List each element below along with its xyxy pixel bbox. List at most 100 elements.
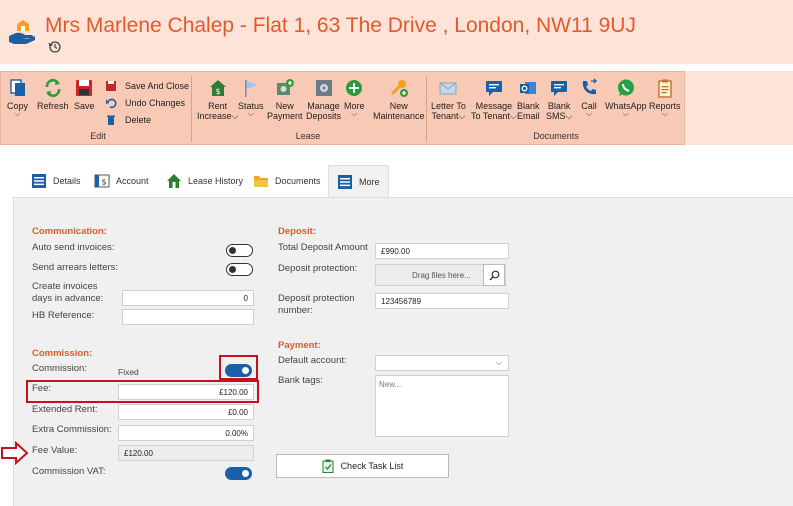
blank-label: Blank (547, 101, 571, 111)
group-label-lease: Lease (295, 131, 321, 141)
chevron-down-icon: ⌵ (661, 109, 668, 118)
new-maintenance-button[interactable]: New Maintenance (373, 78, 425, 121)
rent-increase-button[interactable]: $ Rent Increase⌵ (197, 78, 238, 121)
search-icon (489, 270, 499, 280)
check-task-list-label: Check Task List (340, 461, 404, 471)
highlight-fee-row (26, 380, 259, 403)
deposit-protection-number-label: Deposit protection number: (278, 293, 355, 316)
letter-label: Letter To (431, 101, 466, 111)
chevron-down-icon: ⌵ (495, 358, 502, 367)
check-task-list-button[interactable]: Check Task List (276, 454, 449, 478)
phone-icon (582, 78, 597, 95)
extended-rent-input[interactable]: £0.00 (118, 404, 254, 420)
refresh-button[interactable]: Refresh (37, 78, 69, 111)
fee-value-readonly: £120.00 (118, 445, 254, 461)
message-to-tenant-button[interactable]: Message To Tenant⌵ (471, 78, 517, 121)
save-icon (76, 80, 93, 96)
save-small-icon (106, 81, 116, 91)
save-label: Save (74, 101, 95, 111)
new-label: New (389, 101, 408, 111)
increase-label: Increase⌵ (197, 111, 239, 121)
safe-icon (315, 80, 332, 96)
delete-button[interactable]: Delete (105, 114, 151, 126)
auto-send-invoices-toggle[interactable] (226, 244, 253, 257)
send-arrears-letters-toggle[interactable] (226, 263, 253, 276)
bank-tags-label: Bank tags: (278, 375, 323, 386)
highlight-commission-toggle (219, 355, 258, 380)
create-invoices-label: Create invoices days in advance: (32, 281, 104, 304)
chevron-down-icon: ⌵ (622, 109, 629, 118)
whatsapp-button[interactable]: WhatsApp ⌵ (605, 78, 647, 118)
chevron-down-icon: ⌵ (14, 109, 21, 118)
default-account-select[interactable]: ⌵ (375, 355, 509, 371)
hand-house-icon (9, 20, 35, 44)
bank-tags-input[interactable]: New... (375, 375, 509, 437)
money-add-icon (276, 79, 294, 95)
maintenance-icon (390, 80, 408, 97)
hb-reference-input[interactable] (122, 309, 254, 325)
clipboard-check-icon (322, 459, 334, 473)
tab-documents[interactable]: Documents (253, 165, 321, 197)
new-payment-button[interactable]: New Payment (267, 78, 303, 121)
payment-heading: Payment: (278, 340, 321, 351)
reports-button[interactable]: Reports ⌵ (649, 78, 681, 118)
group-label-documents: Documents (533, 131, 579, 141)
group-label-edit: Edit (90, 131, 106, 141)
commission-type-value: Fixed (118, 367, 139, 377)
letter-to-tenant-button[interactable]: Letter To Tenant⌵ (431, 78, 466, 121)
folder-icon (254, 176, 268, 187)
history-icon[interactable] (48, 40, 62, 54)
chevron-down-icon: ⌵ (351, 109, 358, 118)
trash-icon (107, 115, 115, 125)
save-and-close-label: Save And Close (125, 81, 190, 91)
chevron-down-icon: ⌵ (247, 109, 254, 118)
deposit-protection-dropzone[interactable]: Drag files here... (375, 264, 506, 286)
new-label: New (275, 101, 294, 111)
ribbon-empty-area (685, 71, 793, 145)
deposit-protection-number-input[interactable]: 123456789 (375, 293, 509, 309)
total-deposit-input[interactable]: £990.00 (375, 243, 509, 259)
total-deposit-label: Total Deposit Amount (278, 242, 368, 253)
manage-deposits-button[interactable]: Manage Deposits (306, 78, 341, 121)
outlook-icon (520, 82, 537, 94)
tab-account[interactable]: $ Account (94, 165, 149, 197)
undo-changes-label: Undo Changes (125, 98, 186, 108)
commission-label: Commission: (32, 363, 87, 374)
annotation-arrow-icon (1, 441, 29, 465)
call-button[interactable]: Call ⌵ (579, 78, 599, 118)
more-tab-icon (338, 174, 352, 189)
rent-label: Rent (208, 101, 228, 111)
blank-sms-button[interactable]: Blank SMS⌵ (546, 78, 572, 121)
svg-text:$: $ (215, 87, 220, 96)
sms-icon (551, 81, 568, 96)
commission-vat-toggle[interactable] (225, 467, 252, 480)
chat-icon (485, 81, 502, 96)
tenant-label: Tenant⌵ (431, 111, 466, 121)
envelope-icon (439, 82, 457, 95)
tab-lease-history[interactable]: Lease History (166, 165, 243, 197)
create-invoices-days-input[interactable]: 0 (122, 290, 254, 306)
undo-changes-button[interactable]: Undo Changes (105, 97, 185, 109)
tab-documents-label: Documents (275, 176, 321, 186)
title-bar: Mrs Marlene Chalep - Flat 1, 63 The Driv… (0, 0, 793, 64)
save-button[interactable]: Save (74, 78, 95, 111)
communication-heading: Communication: (32, 226, 107, 237)
extra-commission-input[interactable]: 0.00% (118, 425, 254, 441)
to-tenant-label: To Tenant⌵ (471, 111, 517, 121)
tab-more[interactable]: More (328, 165, 389, 197)
save-and-close-button[interactable]: Save And Close (105, 80, 189, 92)
chevron-down-icon: ⌵ (585, 109, 593, 118)
search-button[interactable] (483, 264, 505, 286)
blank-email-button[interactable]: Blank Email (517, 78, 540, 121)
refresh-icon (45, 78, 61, 98)
group-separator (191, 76, 192, 142)
refresh-label: Refresh (37, 101, 69, 111)
tab-details[interactable]: Details (31, 165, 81, 197)
account-icon: $ (94, 174, 110, 188)
copy-button[interactable]: Copy ⌵ (7, 78, 28, 118)
ribbon-toolbar: Copy ⌵ Refresh Save Save And Close Undo … (0, 71, 685, 145)
tab-lease-history-label: Lease History (188, 176, 244, 186)
more-button[interactable]: More ⌵ (344, 78, 365, 118)
status-button[interactable]: Status ⌵ (238, 78, 264, 118)
blank-label: Blank (517, 101, 540, 111)
